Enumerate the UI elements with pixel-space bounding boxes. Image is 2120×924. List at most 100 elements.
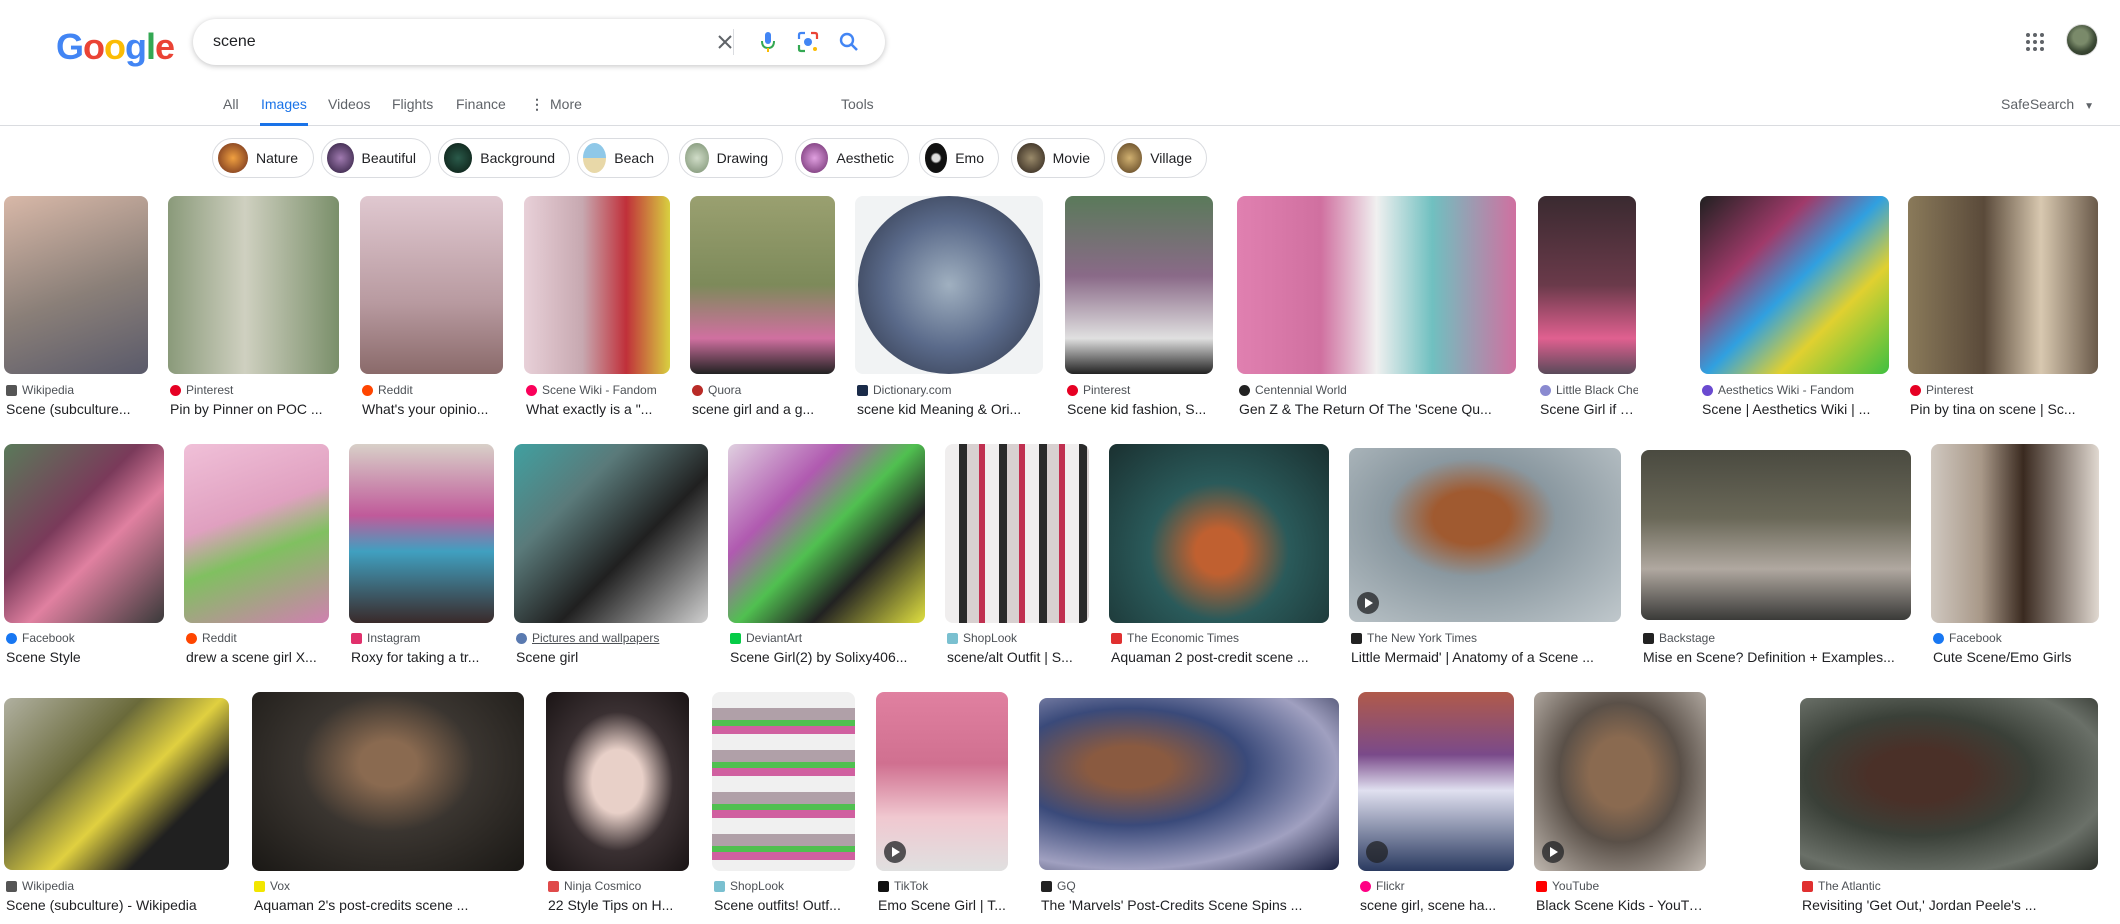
tab-flights[interactable]: Flights [392, 96, 433, 126]
chip-beach[interactable]: Beach [577, 138, 669, 178]
result-source[interactable]: The Atlantic [1802, 879, 2100, 893]
tab-videos[interactable]: Videos [328, 96, 371, 126]
image-result[interactable]: Centennial World Gen Z & The Return Of T… [1237, 196, 1516, 420]
result-source[interactable]: Wikipedia [6, 879, 231, 893]
result-title[interactable]: Scene Girl if You'r... [1540, 401, 1638, 417]
image-result[interactable]: ShopLook Scene outfits! Outf... [712, 692, 855, 916]
result-title[interactable]: scene kid Meaning & Ori... [857, 401, 1045, 417]
avatar[interactable] [2066, 24, 2098, 56]
image-result[interactable]: Wikipedia Scene (subculture) - Wikipedia [4, 692, 229, 916]
image-result[interactable]: Pinterest Scene kid fashion, S... [1065, 196, 1213, 420]
result-thumbnail[interactable] [4, 196, 148, 374]
image-result[interactable]: Reddit drew a scene girl X... [184, 444, 329, 668]
result-thumbnail[interactable] [1534, 692, 1706, 871]
chip-nature[interactable]: Nature [212, 138, 314, 178]
result-thumbnail[interactable] [712, 692, 855, 871]
lens-icon[interactable] [796, 30, 820, 54]
tab-all[interactable]: All [223, 96, 239, 126]
result-title[interactable]: scene girl, scene ha... [1360, 897, 1516, 913]
result-title[interactable]: Scene Style [6, 649, 166, 665]
result-source[interactable]: The Economic Times [1111, 631, 1331, 645]
image-result[interactable]: Aesthetics Wiki - Fandom Scene | Aesthet… [1700, 196, 1889, 420]
result-title[interactable]: Roxy for taking a tr... [351, 649, 496, 665]
image-result[interactable]: The Economic Times Aquaman 2 post-credit… [1109, 444, 1329, 668]
result-thumbnail[interactable] [524, 196, 670, 374]
image-result[interactable]: Wikipedia Scene (subculture... [4, 196, 148, 420]
image-result[interactable]: Flickr scene girl, scene ha... [1358, 692, 1514, 916]
chip-beautiful[interactable]: Beautiful [321, 138, 431, 178]
result-source[interactable]: YouTube [1536, 879, 1708, 893]
result-source[interactable]: Scene Wiki - Fandom [526, 383, 672, 397]
result-source[interactable]: Facebook [6, 631, 166, 645]
image-result[interactable]: Pinterest Pin by tina on scene | Sc... [1908, 196, 2098, 420]
image-result[interactable]: Backstage Mise en Scene? Definition + Ex… [1641, 444, 1911, 668]
image-result[interactable]: YouTube Black Scene Kids - YouTube [1534, 692, 1708, 916]
result-title[interactable]: Little Mermaid' | Anatomy of a Scene ... [1351, 649, 1623, 665]
chip-emo[interactable]: Emo [919, 138, 999, 178]
result-thumbnail[interactable] [728, 444, 925, 623]
result-source[interactable]: TikTok [878, 879, 1010, 893]
result-source[interactable]: The New York Times [1351, 631, 1623, 645]
result-thumbnail[interactable] [1908, 196, 2098, 374]
result-thumbnail[interactable] [1538, 196, 1636, 374]
result-title[interactable]: Scene | Aesthetics Wiki | ... [1702, 401, 1891, 417]
result-title[interactable]: The 'Marvels' Post-Credits Scene Spins .… [1041, 897, 1341, 913]
result-source[interactable]: Backstage [1643, 631, 1913, 645]
chip-background[interactable]: Background [438, 138, 570, 178]
result-title[interactable]: Pin by tina on scene | Sc... [1910, 401, 2100, 417]
result-thumbnail[interactable] [855, 196, 1043, 374]
result-thumbnail[interactable] [168, 196, 339, 374]
result-title[interactable]: Emo Scene Girl | T... [878, 897, 1010, 913]
result-thumbnail[interactable] [546, 692, 689, 871]
result-source[interactable]: Reddit [362, 383, 505, 397]
result-title[interactable]: Scene (subculture... [6, 401, 150, 417]
result-title[interactable]: Black Scene Kids - YouTube [1536, 897, 1708, 913]
chip-aesthetic[interactable]: Aesthetic [795, 138, 909, 178]
result-source[interactable]: Ninja Cosmico [548, 879, 691, 893]
result-source[interactable]: GQ [1041, 879, 1341, 893]
google-logo[interactable]: Google [56, 26, 175, 68]
tab-more[interactable]: ⋮ More [530, 96, 582, 126]
result-title[interactable]: What's your opinio... [362, 401, 505, 417]
image-result[interactable]: Vox Aquaman 2's post-credits scene ... [252, 692, 524, 916]
result-title[interactable]: Aquaman 2's post-credits scene ... [254, 897, 526, 913]
result-title[interactable]: Scene outfits! Outf... [714, 897, 857, 913]
chip-village[interactable]: Village [1111, 138, 1207, 178]
result-title[interactable]: What exactly is a "... [526, 401, 672, 417]
result-title[interactable]: Pin by Pinner on POC ... [170, 401, 341, 417]
result-title[interactable]: Scene Girl(2) by Solixy406... [730, 649, 927, 665]
result-title[interactable]: scene/alt Outfit | S... [947, 649, 1091, 665]
result-thumbnail[interactable] [1065, 196, 1213, 374]
result-source[interactable]: ShopLook [714, 879, 857, 893]
result-thumbnail[interactable] [184, 444, 329, 623]
result-source[interactable]: Reddit [186, 631, 331, 645]
safesearch-button[interactable]: SafeSearch ▼ [2001, 96, 2094, 112]
result-source[interactable]: Pinterest [1910, 383, 2100, 397]
result-thumbnail[interactable] [1641, 450, 1911, 620]
result-title[interactable]: scene girl and a g... [692, 401, 837, 417]
result-thumbnail[interactable] [514, 444, 708, 623]
image-result[interactable]: DeviantArt Scene Girl(2) by Solixy406... [728, 444, 925, 668]
image-result[interactable]: Little Black Cherry Scene Girl if You'r.… [1538, 196, 1638, 420]
result-title[interactable]: Scene girl [516, 649, 710, 665]
result-source[interactable]: Pinterest [170, 383, 341, 397]
image-result[interactable]: Facebook Scene Style [4, 444, 164, 668]
image-result[interactable]: Facebook Cute Scene/Emo Girls [1931, 444, 2099, 668]
result-title[interactable]: 22 Style Tips on H... [548, 897, 691, 913]
tools-button[interactable]: Tools [841, 96, 874, 126]
result-source[interactable]: Pictures and wallpapers [516, 631, 710, 645]
result-title[interactable]: Gen Z & The Return Of The 'Scene Qu... [1239, 401, 1518, 417]
tab-finance[interactable]: Finance [456, 96, 506, 126]
result-thumbnail[interactable] [876, 692, 1008, 871]
result-source[interactable]: Instagram [351, 631, 496, 645]
image-result[interactable]: Dictionary.com scene kid Meaning & Ori..… [855, 196, 1043, 420]
image-result[interactable]: TikTok Emo Scene Girl | T... [876, 692, 1008, 916]
result-thumbnail[interactable] [252, 692, 524, 871]
image-result[interactable]: Pinterest Pin by Pinner on POC ... [168, 196, 339, 420]
image-result[interactable]: Instagram Roxy for taking a tr... [349, 444, 494, 668]
result-source[interactable]: Vox [254, 879, 526, 893]
result-source[interactable]: ShopLook [947, 631, 1091, 645]
result-thumbnail[interactable] [1358, 692, 1514, 871]
result-source[interactable]: Pinterest [1067, 383, 1215, 397]
result-title[interactable]: Revisiting 'Get Out,' Jordan Peele's ... [1802, 897, 2100, 913]
